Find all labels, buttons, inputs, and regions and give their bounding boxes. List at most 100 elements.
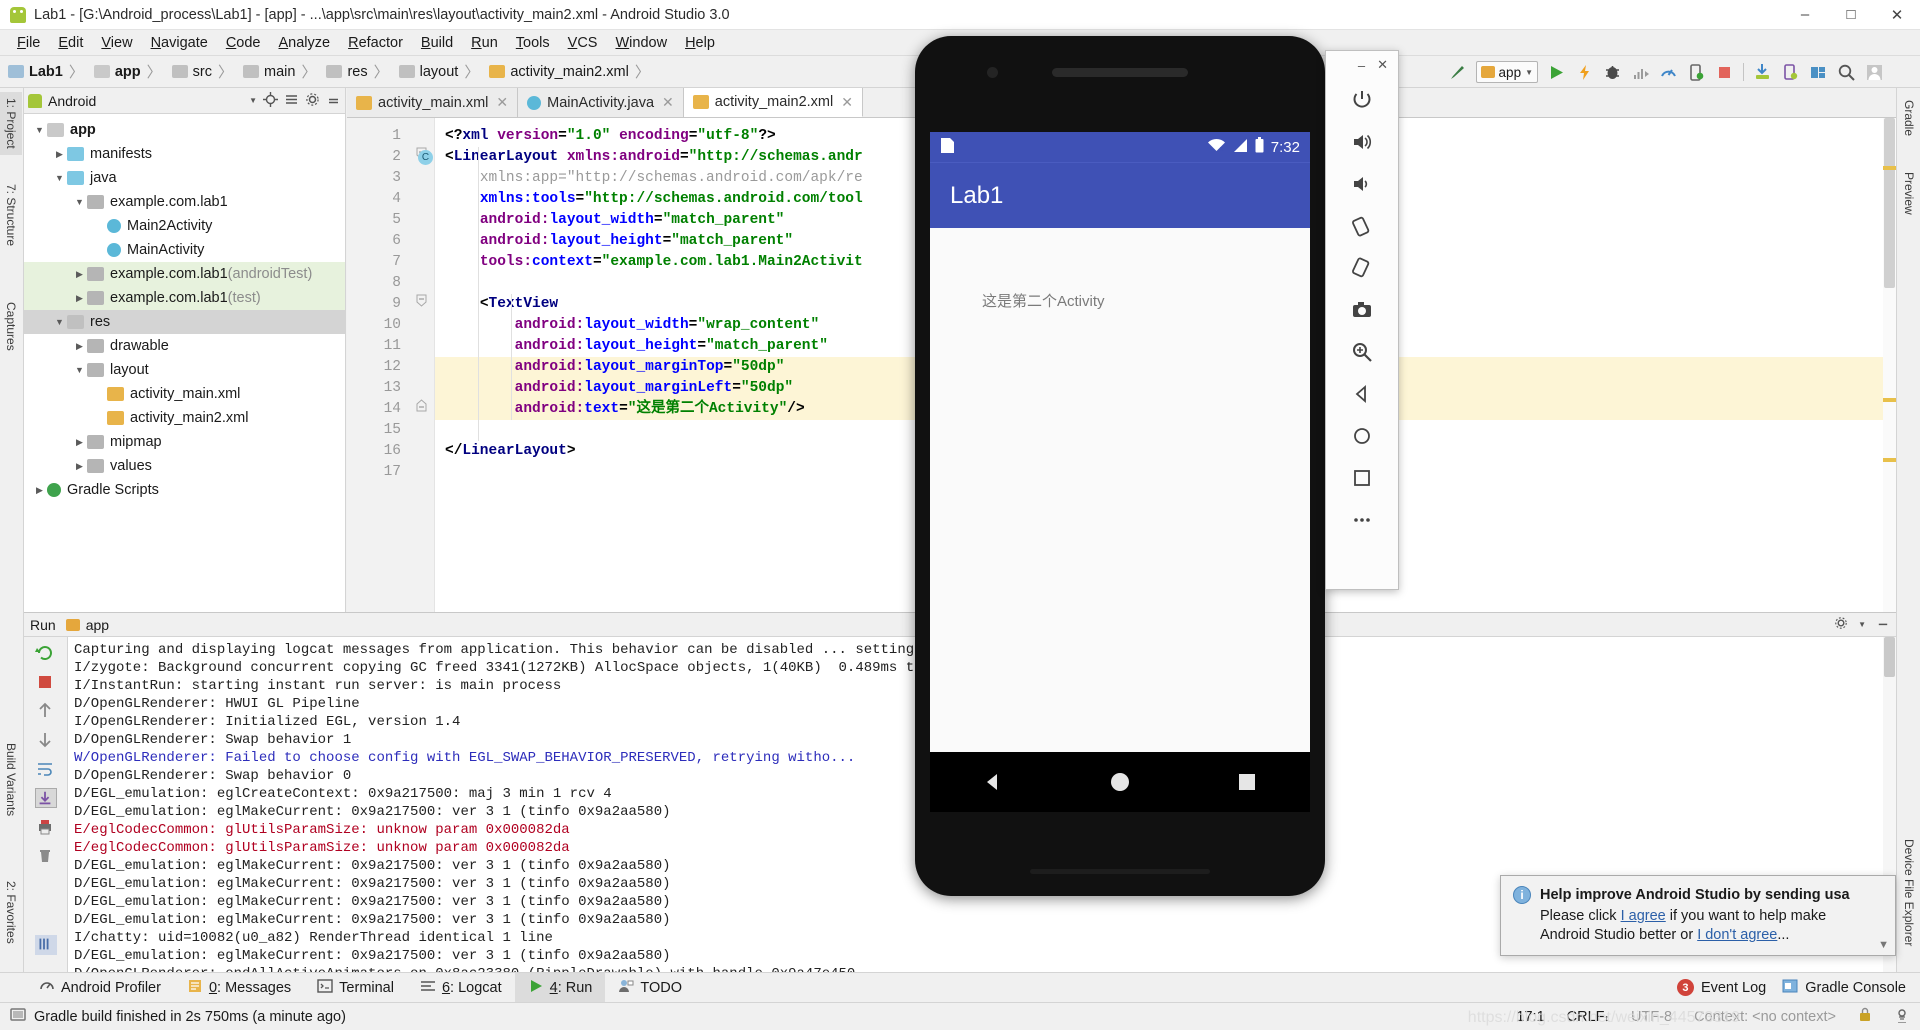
tool-tab-terminal[interactable]: Terminal bbox=[304, 973, 407, 1003]
more-icon[interactable] bbox=[1344, 499, 1380, 541]
home-icon[interactable] bbox=[1344, 415, 1380, 457]
chevron-down-icon[interactable]: ▼ bbox=[72, 365, 87, 375]
fold-toggle-icon[interactable] bbox=[409, 294, 434, 315]
locate-icon[interactable] bbox=[263, 91, 278, 110]
gear-icon[interactable] bbox=[305, 92, 320, 110]
menu-item-window[interactable]: Window bbox=[606, 32, 676, 54]
project-panel-header[interactable]: Android ▼ bbox=[24, 88, 345, 114]
tree-node-mipmap[interactable]: ▶ mipmap bbox=[24, 430, 345, 454]
hammer-build-icon[interactable] bbox=[1448, 63, 1467, 82]
search-icon[interactable] bbox=[1837, 63, 1856, 82]
chevron-right-icon[interactable]: ▶ bbox=[72, 269, 87, 280]
tree-node-main2activity[interactable]: Main2Activity bbox=[24, 214, 345, 238]
sidebar-item-structure[interactable]: 7: Structure bbox=[0, 178, 22, 252]
balloon-collapse-icon[interactable]: ▼ bbox=[1878, 939, 1889, 951]
menu-item-tools[interactable]: Tools bbox=[507, 32, 559, 54]
menu-item-code[interactable]: Code bbox=[217, 32, 270, 54]
tool-window-tab-bar[interactable]: Android Profiler 0: Messages Terminal 6: Lo… bbox=[0, 972, 1920, 1003]
run-configuration-selector[interactable]: app ▼ bbox=[1475, 61, 1538, 83]
chevron-right-icon[interactable]: ▶ bbox=[72, 461, 87, 472]
breadcrumb-item-main[interactable]: main 〉 bbox=[241, 61, 324, 82]
project-view-selector-label[interactable]: Android bbox=[48, 93, 96, 109]
notification-balloon[interactable]: i Help improve Android Studio by sending… bbox=[1500, 875, 1896, 956]
back-icon[interactable] bbox=[982, 771, 1004, 793]
editor-tab-activity-main-xml[interactable]: activity_main.xml ✕ bbox=[347, 88, 519, 117]
tool-tab-logcat[interactable]: 6: Logcat bbox=[407, 973, 515, 1003]
avd-manager-icon[interactable] bbox=[1781, 63, 1800, 82]
tree-node-layout[interactable]: ▼ layout bbox=[24, 358, 345, 382]
warning-stripe[interactable] bbox=[1883, 166, 1896, 170]
home-icon[interactable] bbox=[1109, 771, 1131, 793]
print-icon[interactable] bbox=[35, 817, 57, 837]
class-gutter-marker-icon[interactable]: C bbox=[418, 150, 433, 165]
tree-node-example-com-lab1[interactable]: ▼ example.com.lab1 bbox=[24, 190, 345, 214]
tree-node-drawable[interactable]: ▶ drawable bbox=[24, 334, 345, 358]
tree-node-manifests[interactable]: ▶ manifests bbox=[24, 142, 345, 166]
tool-tab-run[interactable]: 4: Run bbox=[514, 972, 606, 1003]
collapse-all-icon[interactable] bbox=[284, 92, 299, 110]
sidebar-item-captures[interactable]: Captures bbox=[0, 296, 22, 357]
menu-item-run[interactable]: Run bbox=[462, 32, 507, 54]
i-agree-link[interactable]: I agree bbox=[1621, 908, 1666, 924]
scroll-down-icon[interactable] bbox=[35, 730, 57, 750]
chevron-right-icon[interactable]: ▶ bbox=[72, 437, 87, 448]
menu-item-refactor[interactable]: Refactor bbox=[339, 32, 412, 54]
main-toolbar[interactable]: app ▼ bbox=[1448, 56, 1884, 88]
menu-item-analyze[interactable]: Analyze bbox=[270, 32, 340, 54]
android-navigation-bar[interactable] bbox=[930, 752, 1310, 812]
tree-node-activity-main2-xml[interactable]: activity_main2.xml bbox=[24, 406, 345, 430]
scroll-to-end-icon[interactable] bbox=[34, 788, 57, 808]
maximize-button[interactable]: □ bbox=[1828, 0, 1874, 30]
tree-node-res[interactable]: ▼ res bbox=[24, 310, 345, 334]
i-dont-agree-link[interactable]: I don't agree bbox=[1697, 927, 1777, 943]
power-icon[interactable] bbox=[1344, 79, 1380, 121]
menu-item-view[interactable]: View bbox=[92, 32, 141, 54]
inspection-icon[interactable] bbox=[1894, 1007, 1910, 1027]
menu-item-build[interactable]: Build bbox=[412, 32, 462, 54]
minimize-button[interactable]: – bbox=[1782, 0, 1828, 30]
tool-tab-event-log[interactable]: 3 Event Log bbox=[1676, 979, 1766, 996]
attach-debugger-icon[interactable] bbox=[1687, 63, 1706, 82]
tool-tab-messages[interactable]: 0: Messages bbox=[174, 973, 304, 1003]
warning-stripe[interactable] bbox=[1883, 458, 1896, 462]
fold-toggle-icon[interactable] bbox=[409, 399, 434, 420]
breadcrumb-item-activity-main2-xml[interactable]: activity_main2.xml 〉 bbox=[487, 61, 657, 82]
tool-tab-android-profiler[interactable]: Android Profiler bbox=[26, 973, 174, 1003]
sidebar-item-favorites[interactable]: 2: Favorites bbox=[0, 875, 22, 950]
rerun-icon[interactable] bbox=[34, 643, 57, 663]
run-panel-gutter[interactable] bbox=[24, 637, 68, 972]
stop-process-icon[interactable] bbox=[35, 672, 57, 692]
chevron-right-icon[interactable]: ▶ bbox=[52, 149, 67, 160]
close-icon[interactable]: ✕ bbox=[841, 94, 853, 111]
line-separator[interactable]: CRLF↕ bbox=[1567, 1009, 1609, 1025]
breadcrumb-item-res[interactable]: res 〉 bbox=[324, 61, 396, 82]
rotate-left-icon[interactable] bbox=[1344, 205, 1380, 247]
chevron-right-icon[interactable]: ▶ bbox=[72, 341, 87, 352]
sidebar-item-build-variants[interactable]: Build Variants bbox=[0, 737, 22, 822]
tree-node-activity-main-xml[interactable]: activity_main.xml bbox=[24, 382, 345, 406]
chevron-down-icon[interactable]: ▼ bbox=[52, 317, 67, 327]
screenshot-icon[interactable] bbox=[1344, 289, 1380, 331]
tool-tab-gradle-console[interactable]: Gradle Console bbox=[1782, 978, 1906, 998]
sync-gradle-icon[interactable] bbox=[1753, 63, 1772, 82]
menu-item-file[interactable]: File bbox=[8, 32, 49, 54]
sidebar-item-preview[interactable]: Preview bbox=[1897, 166, 1920, 221]
scroll-up-icon[interactable] bbox=[35, 701, 57, 721]
caret-position[interactable]: 17:1 bbox=[1516, 1009, 1544, 1025]
clear-all-icon[interactable] bbox=[35, 846, 57, 866]
breadcrumb-item-src[interactable]: src 〉 bbox=[170, 61, 241, 82]
sidebar-item-project[interactable]: 1: Project bbox=[0, 92, 22, 155]
lock-icon[interactable] bbox=[1858, 1007, 1872, 1026]
tree-node-java[interactable]: ▼ java bbox=[24, 166, 345, 190]
warning-stripe[interactable] bbox=[1883, 398, 1896, 402]
menu-item-edit[interactable]: Edit bbox=[49, 32, 92, 54]
editor-tab-activity-main2-xml[interactable]: activity_main2.xml ✕ bbox=[683, 88, 863, 117]
close-icon[interactable]: ✕ bbox=[496, 94, 508, 111]
soft-wrap-icon[interactable] bbox=[35, 759, 57, 779]
tree-node-example-com-lab1[interactable]: ▶ example.com.lab1 (test) bbox=[24, 286, 345, 310]
chevron-right-icon[interactable]: ▶ bbox=[32, 485, 47, 496]
tree-node-gradle-scripts[interactable]: ▶ Gradle Scripts bbox=[24, 478, 345, 502]
tree-node-example-com-lab1[interactable]: ▶ example.com.lab1 (androidTest) bbox=[24, 262, 345, 286]
window-controls[interactable]: – □ ✕ bbox=[1782, 0, 1920, 30]
recents-icon[interactable] bbox=[1236, 771, 1258, 793]
